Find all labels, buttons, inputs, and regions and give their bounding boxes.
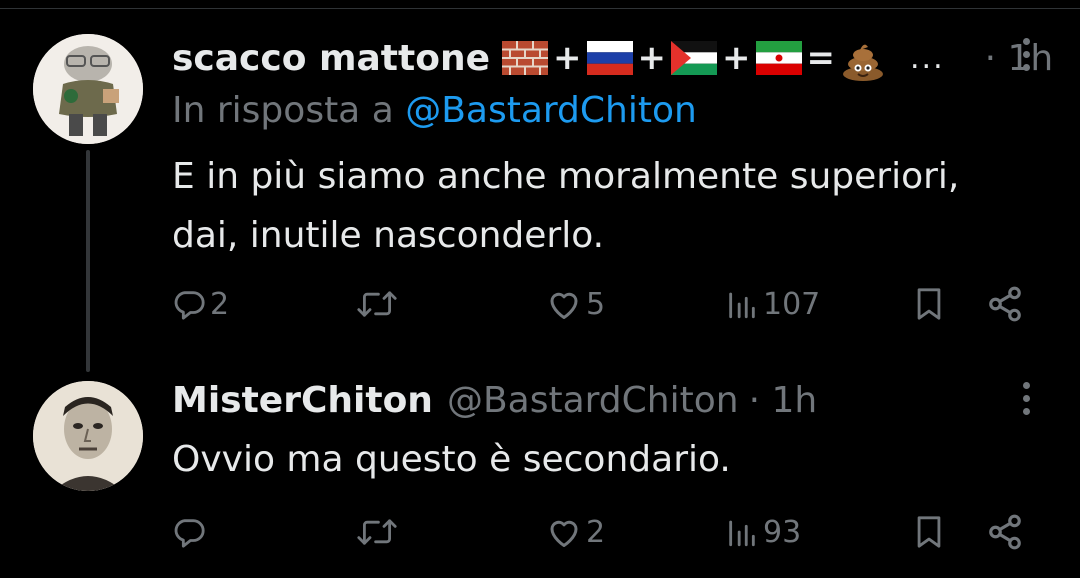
action-bar: 2 93: [172, 510, 1032, 554]
like-button[interactable]: 2: [546, 510, 605, 554]
brick-emoji-icon: [502, 41, 549, 75]
bookmark-icon: [917, 288, 941, 320]
views-chart-icon: [729, 520, 755, 547]
view-count: 93: [763, 514, 802, 550]
reply-mention-link[interactable]: @BastardChiton: [405, 90, 697, 131]
more-options-icon[interactable]: [1020, 382, 1032, 422]
views-button[interactable]: 93: [725, 510, 801, 554]
tweet-header: MisterChiton @BastardChiton · 1h: [172, 378, 817, 422]
reply-context: In risposta a @BastardChiton: [172, 90, 697, 131]
share-icon: [989, 514, 1021, 550]
bookmark-button[interactable]: [912, 510, 946, 554]
reply-count: 2: [210, 286, 230, 322]
views-chart-icon: [729, 292, 755, 319]
iran-flag-icon: [755, 41, 802, 75]
display-name[interactable]: MisterChiton: [172, 380, 433, 421]
share-icon: [989, 286, 1021, 322]
tweet-header: scacco mattone + + + = ... · 1h: [172, 34, 1053, 82]
tweet[interactable]: scacco mattone + + + = ... · 1h In rispo…: [0, 0, 1080, 360]
action-bar: 2 5 107: [172, 282, 1032, 326]
avatar-portrait-icon: [33, 381, 143, 491]
like-count: 5: [586, 286, 606, 322]
avatar[interactable]: [33, 34, 143, 144]
plus-sign: +: [637, 38, 667, 78]
russia-flag-icon: [586, 41, 633, 75]
palestine-flag-icon: [671, 41, 718, 75]
tweet-text: E in più siamo anche moralmente superior…: [172, 147, 959, 265]
plus-sign: +: [553, 38, 582, 78]
reply-thread: scacco mattone + + + = ... · 1h In rispo…: [0, 0, 1080, 578]
name-emoji-sequence: + + + =: [502, 38, 886, 81]
bookmark-icon: [917, 516, 941, 548]
like-button[interactable]: 5: [546, 282, 605, 326]
poop-emoji-icon: [840, 41, 886, 81]
retweet-icon: [357, 291, 397, 317]
reply-prefix: In risposta a: [172, 90, 406, 131]
reply-button[interactable]: [172, 510, 210, 554]
heart-icon: [550, 520, 578, 547]
avatar-frog-icon: [33, 34, 143, 144]
heart-icon: [550, 292, 578, 319]
avatar[interactable]: [33, 381, 143, 491]
like-count: 2: [586, 514, 606, 550]
tweet-text-line: Ovvio ma questo è secondario.: [172, 439, 731, 480]
share-button[interactable]: [986, 510, 1024, 554]
bookmark-button[interactable]: [912, 282, 946, 326]
tweet-text: Ovvio ma questo è secondario.: [172, 430, 731, 489]
equals-sign: =: [806, 38, 836, 78]
retweet-icon: [357, 519, 397, 545]
plus-sign: +: [722, 38, 751, 78]
view-count: 107: [763, 286, 821, 322]
share-button[interactable]: [986, 282, 1024, 326]
user-handle[interactable]: @BastardChiton: [447, 380, 739, 421]
reply-button[interactable]: 2: [172, 282, 229, 326]
reply-icon: [174, 519, 205, 548]
name-truncation: ...: [910, 40, 945, 76]
more-options-icon[interactable]: [1020, 38, 1032, 78]
tweet-text-line: E in più siamo anche moralmente superior…: [172, 156, 960, 197]
views-button[interactable]: 107: [725, 282, 820, 326]
retweet-button[interactable]: [356, 510, 402, 554]
retweet-button[interactable]: [356, 282, 402, 326]
tweet-text-line: dai, inutile nasconderlo.: [172, 215, 605, 256]
tweet[interactable]: MisterChiton @BastardChiton · 1h Ovvio m…: [0, 360, 1080, 578]
timestamp[interactable]: · 1h: [985, 38, 1054, 79]
reply-icon: [174, 291, 205, 320]
timestamp[interactable]: · 1h: [749, 380, 818, 421]
display-name[interactable]: scacco mattone: [172, 38, 490, 79]
